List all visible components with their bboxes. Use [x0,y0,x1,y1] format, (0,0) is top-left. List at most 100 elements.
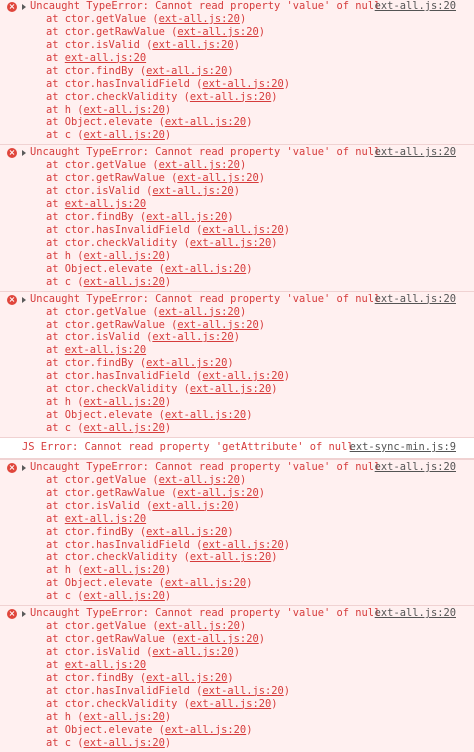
console-error-entry[interactable]: × Uncaught TypeError: Cannot read propert… [0,144,474,291]
stack-frame-suffix: ) [164,590,172,603]
stack-frame-link[interactable]: ext-all.js:20 [177,633,258,645]
stack-frame-function: at Object.elevate ( [46,262,165,275]
stack-frame-suffix: ) [239,620,247,633]
stack-frame-link[interactable]: ext-all.js:20 [159,13,240,25]
stack-frame-function: at ctor.findBy ( [46,357,147,370]
stack-frame-link[interactable]: ext-all.js:20 [159,159,240,171]
stack-frame-link[interactable]: ext-all.js:20 [165,724,246,736]
stack-frame: at ctor.getRawValue (ext-all.js:20) [0,319,474,332]
error-message: Uncaught TypeError: Cannot read property… [30,292,381,305]
stack-frame-link[interactable]: ext-all.js:20 [84,276,165,288]
stack-frame-link[interactable]: ext-all.js:20 [65,344,146,356]
stack-frame-link[interactable]: ext-all.js:20 [165,577,246,589]
stack-frame-link[interactable]: ext-all.js:20 [177,172,258,184]
source-link[interactable]: ext-all.js:20 [375,607,456,620]
stack-frame-link[interactable]: ext-all.js:20 [84,590,165,602]
stack-frame-link[interactable]: ext-all.js:20 [159,306,240,318]
stack-frame-link[interactable]: ext-all.js:20 [84,564,165,576]
stack-frame-link[interactable]: ext-all.js:20 [190,551,271,563]
stack-frame: at ctor.findBy (ext-all.js:20) [0,211,474,224]
stack-frame-link[interactable]: ext-all.js:20 [152,39,233,51]
stack-frame-link[interactable]: ext-all.js:20 [146,672,227,684]
source-link[interactable]: ext-all.js:20 [375,146,456,159]
stack-frame-link[interactable]: ext-all.js:20 [202,685,283,697]
stack-frame: at ctor.isValid (ext-all.js:20) [0,646,474,659]
stack-frame-link[interactable]: ext-all.js:20 [190,237,271,249]
stack-frame: at ctor.getValue (ext-all.js:20) [0,306,474,319]
stack-frame-link[interactable]: ext-all.js:20 [84,104,165,116]
stack-frame-link[interactable]: ext-all.js:20 [84,737,165,749]
stack-frame-link[interactable]: ext-all.js:20 [84,250,165,262]
stack-frame-link[interactable]: ext-all.js:20 [65,659,146,671]
stack-frame: at ctor.hasInvalidField (ext-all.js:20) [0,685,474,698]
stack-frame-link[interactable]: ext-all.js:20 [84,129,165,141]
stack-frame-link[interactable]: ext-all.js:20 [146,526,227,538]
stack-frame-link[interactable]: ext-all.js:20 [152,331,233,343]
stack-frame-link[interactable]: ext-all.js:20 [202,539,283,551]
stack-frame-suffix: ) [258,633,265,646]
stack-frame: at ext-all.js:20 [0,198,474,211]
stack-frame-link[interactable]: ext-all.js:20 [84,396,165,408]
stack-frame-link[interactable]: ext-all.js:20 [202,78,283,90]
stack-frame-link[interactable]: ext-all.js:20 [190,383,271,395]
console-error-entry[interactable]: × Uncaught TypeError: Cannot read propert… [0,290,474,437]
stack-frame-suffix: ) [227,211,234,223]
message-row: Uncaught TypeError: Cannot read property… [0,0,474,13]
stack-frame-suffix: ) [271,383,278,396]
stack-frame-suffix: ) [271,697,278,710]
stack-frame-link[interactable]: ext-all.js:20 [202,370,283,382]
stack-frame-suffix: ) [233,185,240,198]
stack-frame: at ctor.isValid (ext-all.js:20) [0,331,474,344]
stack-frame-link[interactable]: ext-all.js:20 [84,422,165,434]
stack-frame: at Object.elevate (ext-all.js:20) [0,409,474,422]
stack-frame-link[interactable]: ext-all.js:20 [177,487,258,499]
stack-frame-suffix: ) [246,409,253,422]
stack-frame-function: at ctor.checkValidity ( [46,236,190,249]
stack-frame-function: at ctor.hasInvalidField ( [46,77,203,90]
stack-frame-link[interactable]: ext-all.js:20 [159,474,240,486]
stack-frame-link[interactable]: ext-all.js:20 [177,26,258,38]
stack-frame: at c (ext-all.js:20) [0,276,474,289]
stack-frame: at ext-all.js:20 [0,659,474,672]
stack-frame-link[interactable]: ext-all.js:20 [152,646,233,658]
stack-frame-link[interactable]: ext-all.js:20 [159,620,240,632]
stack-frame-link[interactable]: ext-all.js:20 [65,52,146,64]
stack-frame-link[interactable]: ext-all.js:20 [152,500,233,512]
console-error-entry[interactable]: × Uncaught TypeError: Cannot read propert… [0,458,474,606]
stack-frame-suffix: ) [283,538,290,551]
stack-frame: at ctor.findBy (ext-all.js:20) [0,672,474,685]
stack-frame: at ctor.hasInvalidField (ext-all.js:20) [0,539,474,552]
console-error-entry[interactable]: × Uncaught TypeError: Cannot read propert… [0,605,474,752]
source-link[interactable]: ext-sync-min.js:9 [350,441,456,454]
stack-frame-link[interactable]: ext-all.js:20 [146,211,227,223]
stack-frame-function: at c ( [46,275,84,288]
stack-frame-link[interactable]: ext-all.js:20 [165,263,246,275]
stack-frame: at h (ext-all.js:20) [0,564,474,577]
stack-frame-link[interactable]: ext-all.js:20 [177,319,258,331]
stack-frame: at ctor.getRawValue (ext-all.js:20) [0,487,474,500]
stack-frame-link[interactable]: ext-all.js:20 [190,698,271,710]
message-row: JS Error: Cannot read property 'getAttri… [0,441,474,454]
stack-frame-link[interactable]: ext-all.js:20 [146,357,227,369]
stack-frame-function: at [46,51,65,64]
stack-frame-link[interactable]: ext-all.js:20 [65,198,146,210]
stack-frame-link[interactable]: ext-all.js:20 [202,224,283,236]
stack-frame-link[interactable]: ext-all.js:20 [146,65,227,77]
stack-frame: at ctor.getRawValue (ext-all.js:20) [0,633,474,646]
stack-frame-link[interactable]: ext-all.js:20 [165,116,246,128]
stack-frame-link[interactable]: ext-all.js:20 [84,711,165,723]
stack-frame-link[interactable]: ext-all.js:20 [165,409,246,421]
stack-frame-link[interactable]: ext-all.js:20 [190,91,271,103]
console-error-entry[interactable]: × Uncaught TypeError: Cannot read propert… [0,0,474,145]
stack-frame-link[interactable]: ext-all.js:20 [152,185,233,197]
stack-frame: at ext-all.js:20 [0,513,474,526]
source-link[interactable]: ext-all.js:20 [375,0,456,13]
stack-frame-suffix: ) [246,723,253,736]
stack-frame-function: at ctor.getRawValue ( [46,318,178,331]
stack-frame-function: at ctor.isValid ( [46,185,153,198]
source-link[interactable]: ext-all.js:20 [375,293,456,306]
source-link[interactable]: ext-all.js:20 [375,461,456,474]
stack-frame-link[interactable]: ext-all.js:20 [65,513,146,525]
console-log-message[interactable]: JS Error: Cannot read property 'getAttri… [0,436,474,459]
stack-frame-suffix: ) [239,473,247,486]
